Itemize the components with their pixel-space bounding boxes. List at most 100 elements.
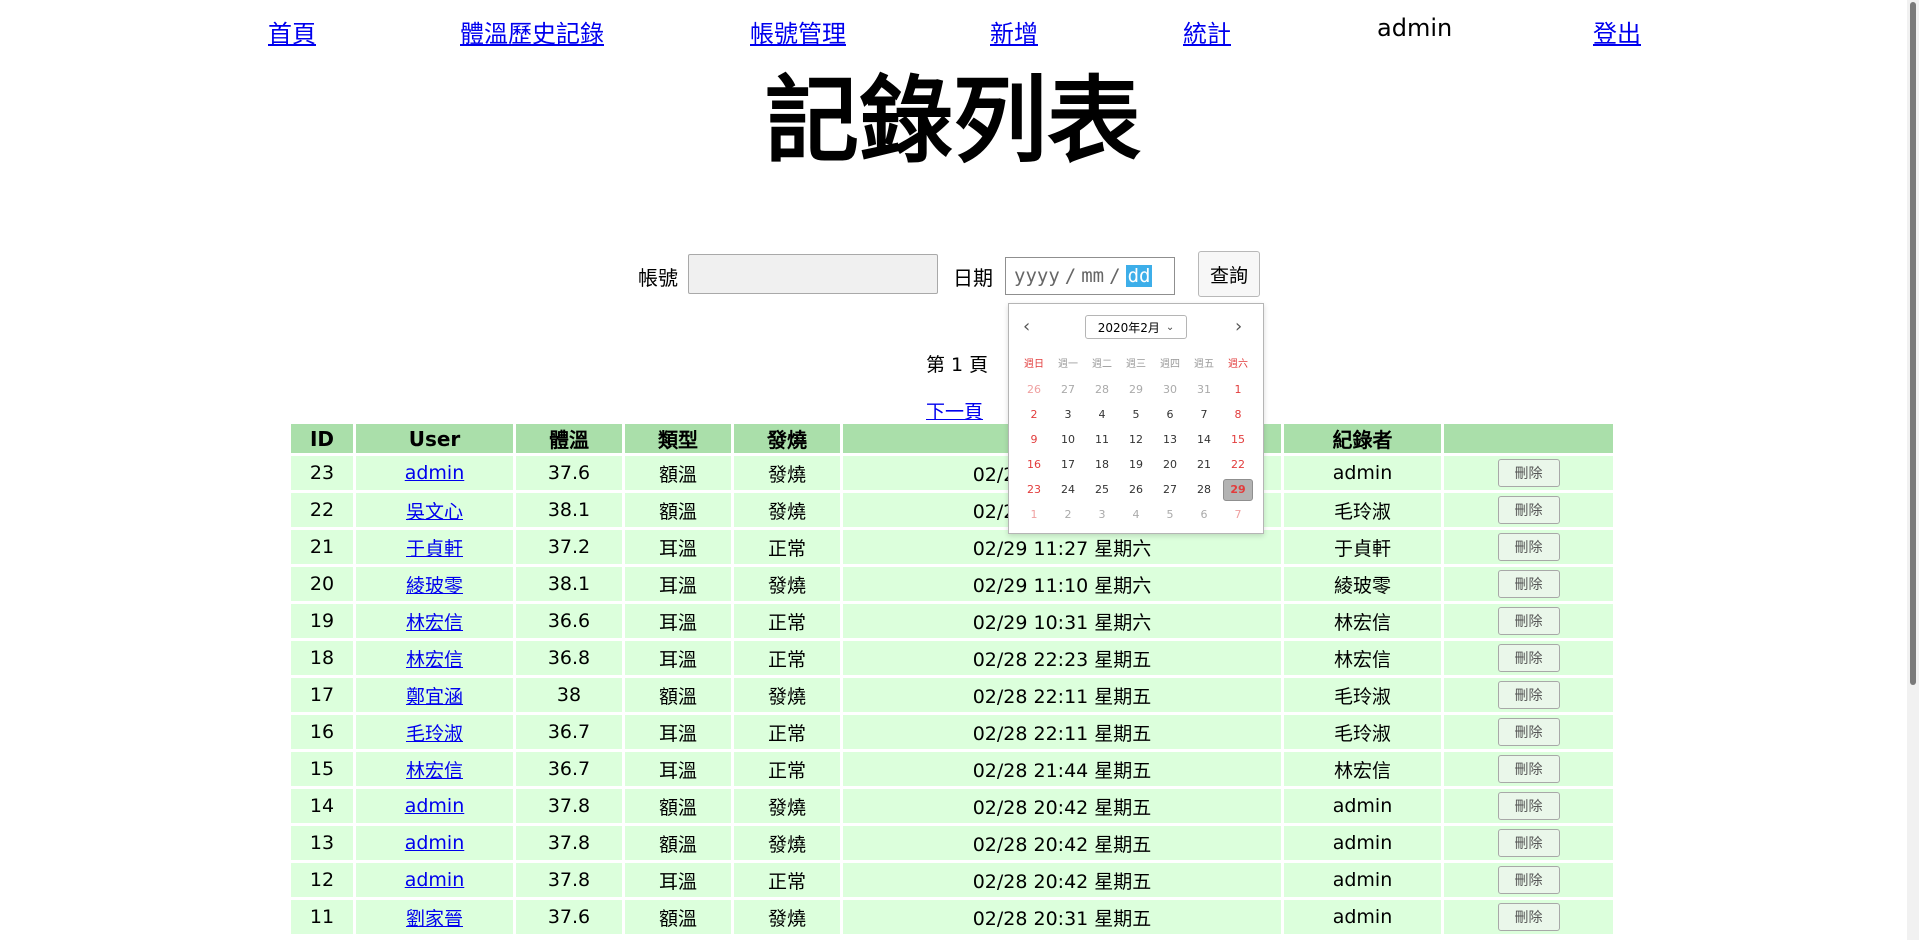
cell-user-link[interactable]: 林宏信 [406,612,463,634]
calendar-day[interactable]: 15 [1221,427,1255,452]
nav-stats-link[interactable]: 統計 [1183,14,1231,49]
cell-id: 14 [309,795,335,817]
table-cell: 02/28 20:42 星期五 [843,789,1281,823]
cell-user-link[interactable]: admin [405,832,465,854]
calendar-day[interactable]: 1 [1221,377,1255,402]
calendar-day[interactable]: 25 [1085,477,1119,502]
cell-user-link[interactable]: 吳文心 [406,501,463,523]
calendar-day[interactable]: 8 [1221,402,1255,427]
calendar-day[interactable]: 9 [1017,427,1051,452]
next-month-icon[interactable]: › [1235,316,1242,337]
date-day-segment[interactable]: dd [1125,265,1153,287]
delete-button[interactable]: 刪除 [1497,496,1560,524]
delete-button[interactable]: 刪除 [1497,607,1560,635]
cell-user-link[interactable]: 林宏信 [406,760,463,782]
nav-add-link[interactable]: 新增 [990,14,1038,49]
calendar-day[interactable]: 19 [1119,452,1153,477]
delete-button[interactable]: 刪除 [1497,755,1560,783]
calendar-day[interactable]: 22 [1221,452,1255,477]
calendar-day[interactable]: 3 [1085,502,1119,527]
delete-button[interactable]: 刪除 [1497,829,1560,857]
cell-recorder: 毛玲淑 [1333,722,1391,745]
date-input[interactable]: yyyy / mm / dd [1005,257,1175,295]
cell-user-link[interactable]: 于貞軒 [406,538,463,560]
calendar-day[interactable]: 26 [1119,477,1153,502]
delete-button[interactable]: 刪除 [1497,533,1560,561]
calendar-day[interactable]: 5 [1119,402,1153,427]
calendar-day[interactable]: 23 [1017,477,1051,502]
nav-accounts-link[interactable]: 帳號管理 [750,14,846,49]
calendar-day[interactable]: 18 [1085,452,1119,477]
calendar-day[interactable]: 6 [1187,502,1221,527]
calendar-day[interactable]: 4 [1085,402,1119,427]
delete-button[interactable]: 刪除 [1497,681,1560,709]
calendar-day[interactable]: 1 [1017,502,1051,527]
delete-button[interactable]: 刪除 [1497,903,1560,931]
calendar-day[interactable]: 31 [1187,377,1221,402]
header-recorder: 紀錄者 [1284,424,1441,453]
nav-history-link[interactable]: 體溫歷史記錄 [460,14,604,49]
calendar-day[interactable]: 12 [1119,427,1153,452]
cell-user-link[interactable]: 林宏信 [406,649,463,671]
delete-button[interactable]: 刪除 [1497,459,1560,487]
calendar-day[interactable]: 4 [1119,502,1153,527]
calendar-day[interactable]: 16 [1017,452,1051,477]
calendar-day[interactable]: 27 [1051,377,1085,402]
calendar-day[interactable]: 14 [1187,427,1221,452]
delete-button[interactable]: 刪除 [1497,718,1560,746]
prev-month-icon[interactable]: ‹ [1023,316,1030,337]
cell-recorder: 于貞軒 [1333,537,1391,560]
calendar-day-selected[interactable]: 29 [1221,477,1255,502]
table-cell: 刪除 [1444,567,1613,601]
calendar-day[interactable]: 20 [1153,452,1187,477]
table-cell: 毛玲淑 [1284,715,1441,749]
table-row: 18 林宏信 36.8 耳溫 正常 02/28 22:23 星期五 林宏信 刪除 [291,641,1613,675]
table-cell: 02/29 11:10 星期六 [843,567,1281,601]
cell-user-link[interactable]: admin [405,795,465,817]
table-cell: 于貞軒 [1284,530,1441,564]
calendar-day[interactable]: 3 [1051,402,1085,427]
calendar-day[interactable]: 21 [1187,452,1221,477]
calendar-day[interactable]: 24 [1051,477,1085,502]
cell-fever: 正常 [767,722,806,745]
next-page-link[interactable]: 下一頁 [926,397,983,424]
query-button[interactable]: 查詢 [1198,251,1260,297]
calendar-day[interactable]: 26 [1017,377,1051,402]
calendar-day[interactable]: 13 [1153,427,1187,452]
page-scrollbar[interactable] [1907,0,1919,940]
calendar-day[interactable]: 10 [1051,427,1085,452]
calendar-day[interactable]: 11 [1085,427,1119,452]
nav-logout-link[interactable]: 登出 [1593,14,1641,49]
cell-user-link[interactable]: admin [405,869,465,891]
table-cell: 刪除 [1444,715,1613,749]
delete-button[interactable]: 刪除 [1497,644,1560,672]
calendar-day[interactable]: 29 [1119,377,1153,402]
calendar-day[interactable]: 28 [1187,477,1221,502]
cell-user-link[interactable]: 劉家晉 [406,908,463,930]
date-year-segment[interactable]: yyyy [1014,265,1060,287]
calendar-day[interactable]: 7 [1221,502,1255,527]
table-cell: 林宏信 [356,752,513,786]
calendar-day[interactable]: 30 [1153,377,1187,402]
scrollbar-thumb[interactable] [1910,2,1916,685]
nav-home-link[interactable]: 首頁 [268,14,316,49]
delete-button[interactable]: 刪除 [1497,866,1560,894]
delete-button[interactable]: 刪除 [1497,792,1560,820]
date-month-segment[interactable]: mm [1081,265,1104,287]
cell-user-link[interactable]: admin [405,462,465,484]
cell-user-link[interactable]: 綾玻零 [406,575,463,597]
calendar-day[interactable]: 2 [1051,502,1085,527]
calendar-day[interactable]: 17 [1051,452,1085,477]
delete-button[interactable]: 刪除 [1497,570,1560,598]
cell-user-link[interactable]: 毛玲淑 [406,723,463,745]
header-fever: 發燒 [734,424,840,453]
calendar-day[interactable]: 7 [1187,402,1221,427]
month-year-select[interactable]: 2020年2月 ⌄ [1085,315,1187,339]
account-input[interactable] [688,254,938,294]
calendar-day[interactable]: 6 [1153,402,1187,427]
calendar-day[interactable]: 5 [1153,502,1187,527]
calendar-day[interactable]: 27 [1153,477,1187,502]
calendar-day[interactable]: 28 [1085,377,1119,402]
calendar-day[interactable]: 2 [1017,402,1051,427]
cell-user-link[interactable]: 鄭宜涵 [406,686,463,708]
